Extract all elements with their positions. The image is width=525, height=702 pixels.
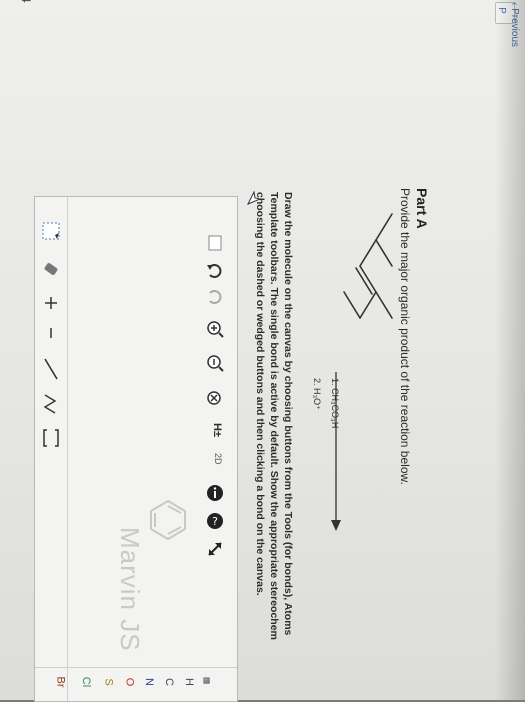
marvin-editor[interactable]: H± 2D ? Marvin JS ▦ H C N O S Cl Br <box>34 196 238 702</box>
redo-icon[interactable] <box>205 287 225 307</box>
instruction-line-1: Draw the molecule on the canvas by choos… <box>282 192 294 636</box>
help-icon[interactable]: ? <box>205 511 225 531</box>
marvin-watermark: Marvin JS <box>115 527 145 652</box>
undo-icon[interactable] <box>205 261 225 281</box>
periodic-table-button[interactable]: ▦ <box>202 677 211 685</box>
instruction-line-2: Template toolbars. The single bond is ac… <box>268 192 280 640</box>
reactant-molecule <box>343 213 393 319</box>
zoom-out-icon[interactable] <box>205 353 225 373</box>
fullscreen-icon[interactable] <box>205 539 225 559</box>
tools-toolbar <box>35 197 68 701</box>
previous-link[interactable]: ‹ Previous <box>509 2 520 47</box>
clean-2d-button[interactable]: 2D <box>213 453 223 465</box>
charge-plus-icon[interactable] <box>41 293 61 313</box>
element-c[interactable]: C <box>163 678 175 686</box>
reagent-step-1: 1. CH₃CO₃H <box>330 378 340 429</box>
element-br[interactable]: Br <box>55 677 67 688</box>
svg-text:?: ? <box>212 515 218 528</box>
element-o[interactable]: O <box>123 678 135 687</box>
single-bond-icon[interactable] <box>41 357 61 381</box>
bracket-icon[interactable] <box>41 427 61 449</box>
reagent-step-2: 2. H₃O⁺ <box>312 378 322 410</box>
select-rectangle-icon[interactable] <box>41 221 61 241</box>
previous-box-label: P <box>495 7 507 14</box>
atoms-toolbar: ▦ H C N O S Cl Br <box>35 667 237 702</box>
zoom-in-icon[interactable] <box>205 319 225 339</box>
question-number: 4 <box>19 0 33 3</box>
chain-icon[interactable] <box>41 393 61 419</box>
info-icon[interactable] <box>205 483 225 503</box>
edit-toolbar: H± 2D ? <box>195 233 235 563</box>
element-cl[interactable]: Cl <box>80 677 92 687</box>
mouse-cursor-icon <box>246 190 262 205</box>
element-h[interactable]: H <box>183 678 195 686</box>
new-document-icon[interactable] <box>205 233 225 253</box>
part-title: Part A <box>414 188 430 229</box>
benzene-template-icon[interactable] <box>145 497 191 543</box>
element-n[interactable]: N <box>143 678 155 686</box>
clear-icon[interactable] <box>205 389 225 409</box>
charge-minus-icon[interactable] <box>41 323 61 343</box>
hydrogen-toggle-button[interactable]: H± <box>211 423 223 437</box>
element-s[interactable]: S <box>103 678 115 685</box>
question-prompt: Provide the major organic product of the… <box>398 188 412 485</box>
erase-icon[interactable] <box>41 259 61 279</box>
instruction-line-3: choosing the dashed or wedged buttons an… <box>254 192 266 596</box>
